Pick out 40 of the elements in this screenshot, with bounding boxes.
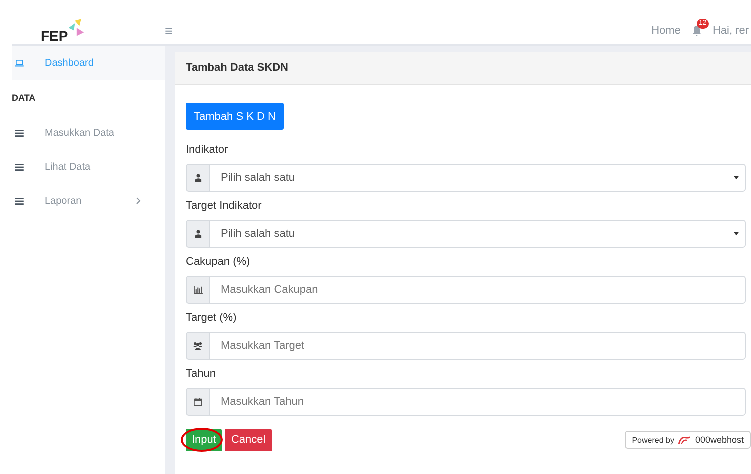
sidebar-item[interactable]: Masukkan Data bbox=[12, 116, 165, 150]
sidebar-item[interactable]: Laporan bbox=[12, 184, 165, 218]
users-icon bbox=[193, 342, 203, 350]
brand-text: 000webhost bbox=[695, 435, 744, 445]
select-field[interactable]: Pilih salah satu bbox=[210, 164, 746, 192]
bell-icon[interactable] bbox=[690, 25, 703, 37]
field-label: Target (%) bbox=[186, 312, 238, 326]
dropdown-caret-icon bbox=[734, 232, 739, 236]
sidebar-item[interactable]: Lihat Data bbox=[12, 150, 165, 184]
powered-by-text: Powered by bbox=[632, 436, 674, 444]
hosting-badge[interactable]: Powered by 000webhost bbox=[625, 431, 751, 449]
cancel-button[interactable]: Cancel bbox=[225, 429, 272, 451]
list-icon bbox=[15, 164, 24, 170]
logo-text: FEP bbox=[41, 28, 68, 44]
field-label: Cakupan (%) bbox=[186, 256, 252, 270]
field-label: Indikator bbox=[186, 144, 230, 158]
triangles-logo-icon bbox=[67, 18, 86, 38]
user-icon bbox=[194, 174, 202, 182]
calendar-icon bbox=[194, 398, 202, 406]
list-icon bbox=[15, 130, 24, 136]
sidebar-heading: DATA bbox=[12, 92, 37, 105]
user-icon bbox=[194, 230, 202, 238]
select-field[interactable]: Pilih salah satu bbox=[210, 220, 746, 248]
user-greeting[interactable]: Hai, rer bbox=[712, 25, 749, 37]
bar-chart-icon bbox=[194, 286, 202, 294]
field-label: Tahun bbox=[186, 368, 217, 382]
swirl-logo-icon bbox=[678, 436, 692, 444]
field-label: Target Indikator bbox=[186, 200, 263, 214]
laptop-icon bbox=[15, 60, 24, 66]
menu-icon[interactable]: ≡ bbox=[165, 23, 174, 39]
home-link[interactable]: Home bbox=[652, 25, 681, 37]
list-icon bbox=[15, 198, 24, 204]
sidebar-item[interactable]: Dashboard bbox=[12, 46, 165, 80]
card-title: Tambah Data SKDN bbox=[186, 62, 288, 74]
text-input[interactable]: Masukkan Target bbox=[210, 332, 746, 360]
chevron-right-icon bbox=[136, 197, 141, 205]
text-input[interactable]: Masukkan Cakupan bbox=[210, 276, 746, 304]
dropdown-caret-icon bbox=[734, 176, 739, 180]
text-input[interactable]: Masukkan Tahun bbox=[210, 388, 746, 416]
add-skdn-button[interactable]: Tambah S K D N bbox=[186, 103, 284, 130]
